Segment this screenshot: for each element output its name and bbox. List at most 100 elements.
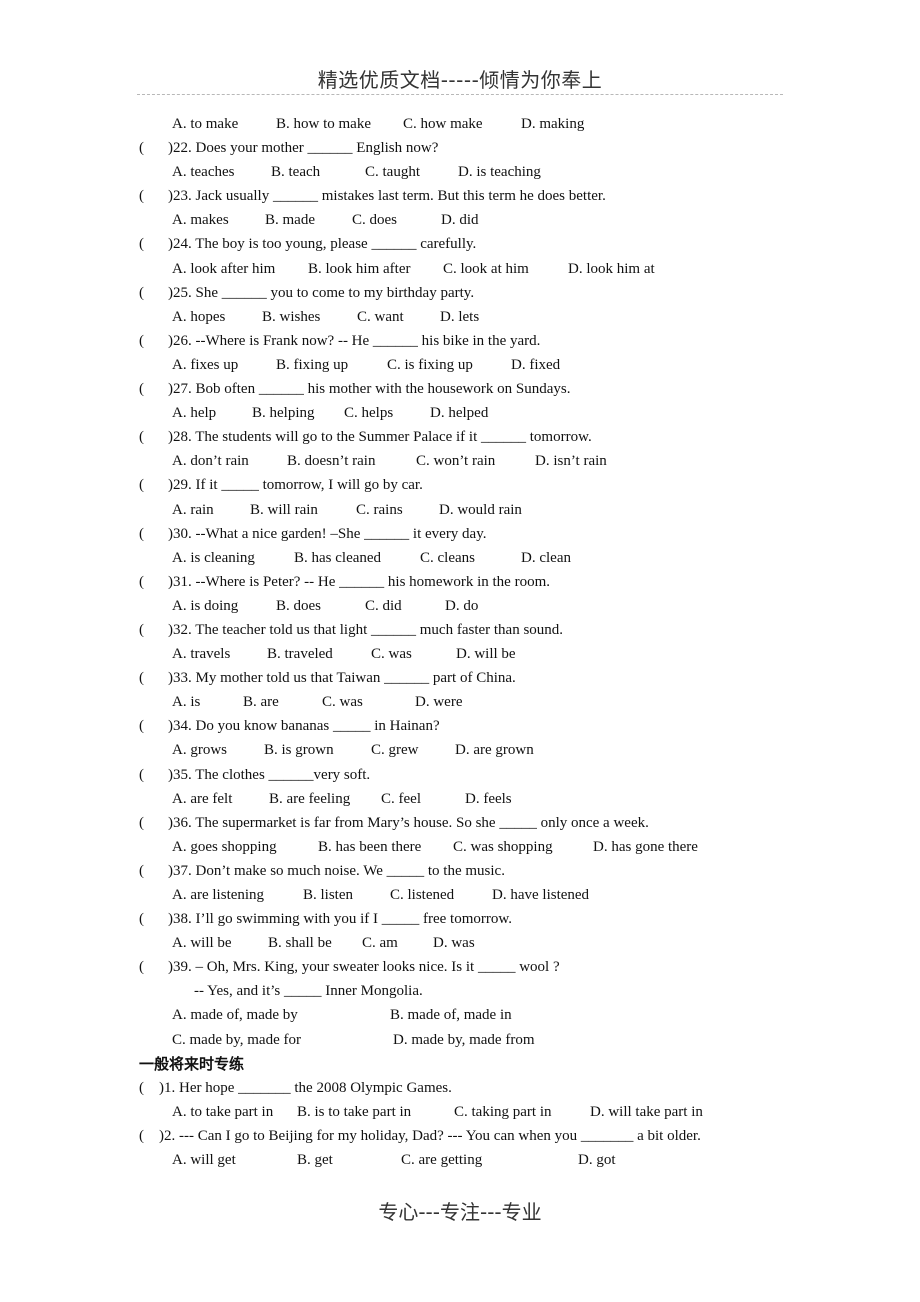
answer-blank-paren[interactable]: ( [139, 570, 144, 594]
options-row: A. to take part in B. is to take part in… [0, 1100, 920, 1124]
answer-blank-paren[interactable]: ( [139, 618, 144, 642]
option-a: A. makes [172, 212, 229, 229]
option-a: A. look after him [172, 260, 276, 277]
option-d: D. will take part in [590, 1103, 703, 1120]
question-text: )31. --Where is Peter? -- He ______ his … [168, 573, 550, 590]
option-d: D. were [415, 694, 463, 711]
option-d: D. are grown [455, 742, 534, 759]
answer-blank-paren[interactable]: ( [139, 666, 144, 690]
options-row: A. is doing B. does C. did D. do [0, 594, 920, 618]
answer-blank-paren[interactable]: ( [139, 425, 144, 449]
answer-blank-paren[interactable]: ( [139, 377, 144, 401]
option-a: A. is doing [172, 597, 239, 614]
answer-blank-paren[interactable]: ( [139, 473, 144, 497]
option-a: A. made of, made by [172, 1007, 298, 1024]
options-row: A. teaches B. teach C. taught D. is teac… [0, 160, 920, 184]
question-text: )35. The clothes ______very soft. [168, 766, 371, 783]
option-b: B. get [297, 1152, 333, 1169]
option-c: C. cleans [420, 549, 475, 566]
answer-blank-paren[interactable]: ( [139, 1076, 144, 1100]
option-c: C. was shopping [453, 838, 553, 855]
question-37: ( )37. Don’t make so much noise. We ____… [0, 859, 920, 883]
option-d: D. do [445, 597, 479, 614]
answer-blank-paren[interactable]: ( [139, 763, 144, 787]
question-27: ( )27. Bob often ______ his mother with … [0, 377, 920, 401]
question-36: ( )36. The supermarket is far from Mary’… [0, 811, 920, 835]
option-d: D. making [521, 116, 585, 132]
option-d: D. lets [440, 308, 480, 325]
option-d: D. would rain [439, 501, 522, 518]
option-d: D. clean [521, 549, 571, 566]
option-b: B. fixing up [276, 356, 349, 373]
options-row: A. goes shopping B. has been there C. wa… [0, 835, 920, 859]
option-a: A. rain [172, 501, 214, 518]
option-a: A. is [172, 694, 201, 711]
option-b: B. has been there [318, 838, 422, 855]
option-a: A. will be [172, 935, 232, 952]
answer-blank-paren[interactable]: ( [139, 184, 144, 208]
option-b: B. made of, made in [390, 1007, 512, 1024]
question-31: ( )31. --Where is Peter? -- He ______ hi… [0, 570, 920, 594]
question-text: )27. Bob often ______ his mother with th… [168, 381, 571, 398]
option-b: B. how to make [276, 116, 371, 132]
option-c: C. rains [356, 501, 403, 518]
option-b: B. has cleaned [294, 549, 382, 566]
question-text: )1. Her hope _______ the 2008 Olympic Ga… [159, 1079, 452, 1096]
option-a: A. teaches [172, 164, 235, 181]
answer-blank-paren[interactable]: ( [139, 329, 144, 353]
answer-blank-paren[interactable]: ( [139, 955, 144, 979]
options-row: A. are listening B. listen C. listened D… [0, 883, 920, 907]
question-text: )23. Jack usually ______ mistakes last t… [168, 188, 606, 205]
option-c: C. does [352, 212, 397, 229]
question-text: )22. Does your mother ______ English now… [168, 140, 439, 157]
answer-blank-paren[interactable]: ( [139, 1124, 144, 1148]
answer-blank-paren[interactable]: ( [139, 811, 144, 835]
answer-blank-paren[interactable]: ( [139, 522, 144, 546]
options-row: A. don’t rain B. doesn’t rain C. won’t r… [0, 449, 920, 473]
options-row: A. made of, made by B. made of, made in [0, 1003, 920, 1027]
options-row: C. made by, made for D. made by, made fr… [0, 1028, 920, 1052]
option-b: B. teach [271, 164, 321, 181]
answer-blank-paren[interactable]: ( [139, 232, 144, 256]
option-d: D. was [433, 935, 475, 952]
answer-blank-paren[interactable]: ( [139, 859, 144, 883]
options-row: A. is B. are C. was D. were [0, 690, 920, 714]
option-d: D. is teaching [458, 164, 541, 181]
question-26: ( )26. --Where is Frank now? -- He _____… [0, 329, 920, 353]
option-b: B. doesn’t rain [287, 453, 376, 470]
option-d: D. fixed [511, 356, 561, 373]
option-b: B. shall be [268, 935, 332, 952]
page-footer: 专心---专注---专业 [378, 1200, 542, 1224]
question-30: ( )30. --What a nice garden! –She ______… [0, 522, 920, 546]
question-text: )29. If it _____ tomorrow, I will go by … [168, 477, 423, 494]
option-c: C. grew [371, 742, 419, 759]
answer-blank-paren[interactable]: ( [139, 281, 144, 305]
section2-question-2: ( )2. --- Can I go to Beijing for my hol… [0, 1124, 920, 1148]
question-29: ( )29. If it _____ tomorrow, I will go b… [0, 473, 920, 497]
option-b: B. are feeling [269, 790, 351, 807]
question-39-line2: -- Yes, and it’s _____ Inner Mongolia. [0, 979, 920, 1003]
option-a: A. grows [172, 742, 227, 759]
answer-blank-paren[interactable]: ( [139, 907, 144, 931]
option-b: B. helping [252, 405, 315, 422]
answer-blank-paren[interactable]: ( [139, 714, 144, 738]
options-row: A. rain B. will rain C. rains D. would r… [0, 498, 920, 522]
option-d: D. look him at [568, 260, 655, 277]
option-b: B. will rain [250, 501, 318, 518]
option-c: C. is fixing up [387, 356, 473, 373]
option-c: C. was [371, 646, 412, 663]
question-28: ( )28. The students will go to the Summe… [0, 425, 920, 449]
options-row: A. hopes B. wishes C. want D. lets [0, 305, 920, 329]
options-row: A. will get B. get C. are getting D. got [0, 1148, 920, 1172]
question-text: )34. Do you know bananas _____ in Hainan… [168, 718, 440, 735]
option-a: A. don’t rain [172, 453, 249, 470]
option-c: C. listened [390, 887, 455, 903]
option-d: D. have listened [492, 887, 590, 903]
option-b: B. is to take part in [297, 1103, 412, 1120]
options-row: A. look after him B. look him after C. l… [0, 257, 920, 281]
page-header: 精选优质文档-----倾情为你奉上 [317, 68, 603, 92]
option-d: D. made by, made from [393, 1031, 535, 1048]
option-c: C. was [322, 694, 363, 711]
option-a: A. to make [172, 116, 239, 132]
answer-blank-paren[interactable]: ( [139, 136, 144, 160]
